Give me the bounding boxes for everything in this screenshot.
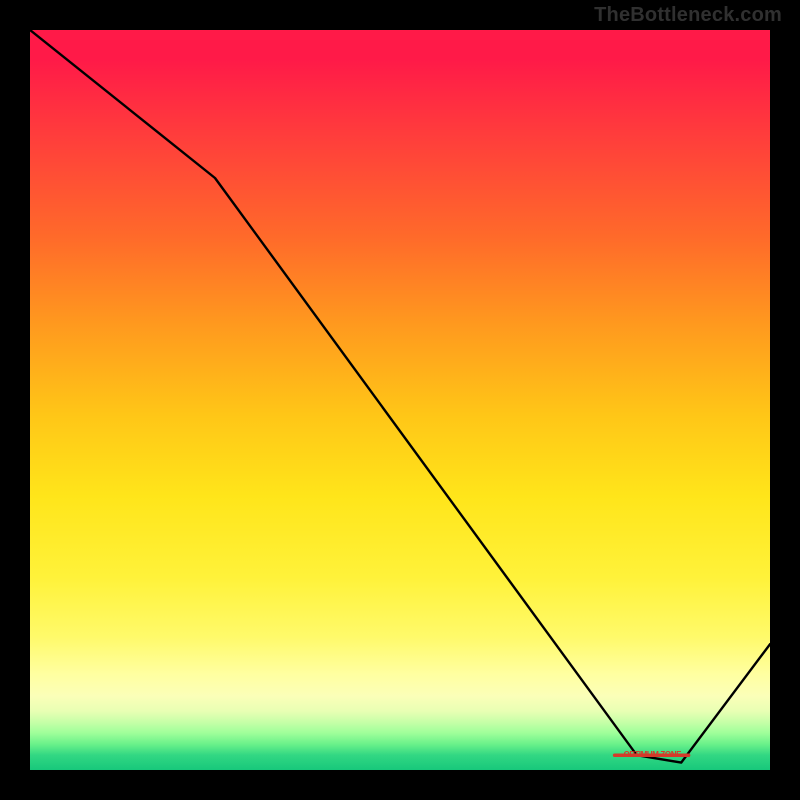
bottleneck-curve (30, 30, 770, 770)
chart-stage: TheBottleneck.com OPTIMUM ZONE (0, 0, 800, 800)
plot-area: OPTIMUM ZONE (30, 30, 770, 770)
optimum-marker-label: OPTIMUM ZONE (624, 750, 681, 759)
watermark-text: TheBottleneck.com (594, 4, 782, 27)
